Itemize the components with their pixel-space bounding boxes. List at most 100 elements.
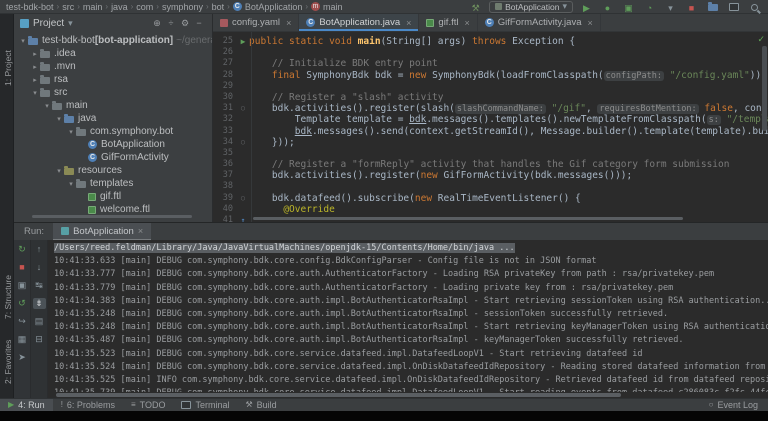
breadcrumb-item-symphony[interactable]: symphony: [162, 2, 203, 12]
close-tab-icon[interactable]: ×: [588, 18, 593, 28]
code-token: throws: [472, 36, 506, 47]
run-console[interactable]: /Users/reed.feldman/Library/Java/JavaVir…: [54, 242, 768, 392]
toolwindow-stripe-structure[interactable]: 7: Structure: [3, 275, 13, 319]
toolwindow-button-4-run[interactable]: ▶4: Run: [0, 399, 53, 412]
clear-all-icon[interactable]: ⊟: [33, 334, 46, 345]
chevron-right-icon[interactable]: ▸: [30, 50, 40, 58]
chevron-down-icon[interactable]: ▾: [30, 89, 40, 97]
run-line-icon[interactable]: ▶: [237, 36, 249, 47]
project-tree: ▾test-bdk-bot [bot-application]~/generat…: [14, 32, 212, 216]
dump-threads-icon[interactable]: ▣: [16, 280, 29, 291]
code-line: 40 @Override: [213, 204, 768, 215]
event-log-button[interactable]: ○ Event Log: [709, 400, 768, 410]
chevron-right-icon[interactable]: ▸: [30, 76, 40, 84]
editor-tab-gif-ftl[interactable]: gif.ftl×: [419, 14, 477, 31]
tree-item-test-bdk-bot[interactable]: ▾test-bdk-bot [bot-application]~/generat…: [14, 34, 212, 47]
code-line: 34○ }));: [213, 137, 768, 148]
close-tab-icon[interactable]: ×: [406, 18, 411, 28]
close-tab-icon[interactable]: ×: [464, 18, 469, 28]
toolwindow-stripe-favorites[interactable]: 2: Favorites: [3, 340, 13, 384]
editor-tab-botapplication-java[interactable]: CBotApplication.java×: [299, 14, 419, 31]
run-config-selector[interactable]: BotApplication ▾: [489, 1, 573, 13]
down-stack-icon[interactable]: ↓: [33, 262, 46, 273]
line-number: 35: [213, 148, 237, 159]
project-folder-icon: [28, 38, 38, 45]
breadcrumb-item-src[interactable]: src: [62, 2, 74, 12]
pin-icon[interactable]: ➤: [16, 352, 29, 363]
code-line: 36 // Register a "formReply" activity th…: [213, 159, 768, 170]
breadcrumb-item-bot[interactable]: bot: [212, 2, 225, 12]
console-line-text: 10:41:34.383 [main] DEBUG com.symphony.b…: [54, 296, 768, 306]
toolwindow-button-6-problems[interactable]: !6: Problems: [53, 399, 123, 412]
breadcrumb-item-botapplication[interactable]: CBotApplication: [233, 2, 303, 12]
run-config-icon: [495, 3, 502, 10]
toolwindow-button-build[interactable]: ⚒Build: [237, 399, 284, 412]
toolwindow-button-terminal[interactable]: Terminal: [173, 399, 237, 412]
close-tab-icon[interactable]: ×: [286, 18, 291, 28]
editor-tab-config-yaml[interactable]: config.yaml×: [213, 14, 299, 31]
tree-item-templates[interactable]: ▾ templates: [14, 177, 212, 190]
tree-item-src[interactable]: ▾ src: [14, 86, 212, 99]
tree-item-idea[interactable]: ▸.idea: [14, 47, 212, 60]
gutter-marker: [237, 148, 249, 159]
scroll-to-end-icon[interactable]: ⇟: [33, 298, 46, 309]
project-panel-title[interactable]: Project ▾: [20, 18, 150, 29]
collapse-all-icon[interactable]: ÷: [164, 18, 178, 29]
tree-item-gif-ftl[interactable]: gif.ftl: [14, 190, 212, 203]
toolwindow-button-todo[interactable]: ≡TODO: [123, 399, 174, 412]
exit-icon[interactable]: ↪: [16, 316, 29, 327]
console-line: 10:41:35.525 [main] INFO com.symphony.bd…: [54, 374, 768, 387]
code-token: // Initialize BDK entry point: [272, 58, 438, 69]
toolwindow-stripe-project[interactable]: 1: Project: [3, 50, 13, 86]
project-horizontal-scrollbar[interactable]: [32, 215, 192, 218]
breadcrumb-item-test-bdk-bot[interactable]: test-bdk-bot: [6, 2, 54, 12]
event-log-label: Event Log: [717, 400, 758, 410]
line-number: 26: [213, 47, 237, 58]
chevron-down-icon[interactable]: ▾: [66, 180, 76, 188]
tree-item-java[interactable]: ▾java: [14, 112, 212, 125]
code-token: [249, 126, 295, 137]
tree-item-mvn[interactable]: ▸.mvn: [14, 60, 212, 73]
tree-item-main[interactable]: ▾main: [14, 99, 212, 112]
chevron-down-icon[interactable]: ▾: [42, 102, 52, 110]
console-horizontal-scrollbar[interactable]: [56, 393, 621, 397]
hide-panel-icon[interactable]: −: [192, 18, 206, 29]
chevron-down-icon[interactable]: ▾: [54, 115, 64, 123]
code-editor[interactable]: 25▶public static void main(String[] args…: [213, 32, 768, 222]
breadcrumb-item-main[interactable]: mmain: [311, 2, 343, 12]
up-stack-icon[interactable]: ↑: [33, 244, 46, 255]
gc-icon[interactable]: ↺: [16, 298, 29, 309]
chevron-down-icon[interactable]: ▾: [18, 37, 28, 45]
tree-item-com-symphony-bot[interactable]: ▾ com.symphony.bot: [14, 125, 212, 138]
chevron-down-icon[interactable]: ▾: [66, 128, 76, 136]
layout-icon[interactable]: ▦: [16, 334, 29, 345]
tree-item-resources[interactable]: ▾resources: [14, 164, 212, 177]
soft-wrap-icon[interactable]: ↹: [33, 280, 46, 291]
editor-tab-gifformactivity-java[interactable]: CGifFormActivity.java×: [478, 14, 601, 31]
console-line-text: /Users/reed.feldman/Library/Java/JavaVir…: [54, 243, 515, 253]
tree-item-rsa[interactable]: ▸rsa: [14, 73, 212, 86]
print-icon[interactable]: ▤: [33, 316, 46, 327]
editor-vertical-scrollbar[interactable]: [762, 46, 767, 131]
chevron-down-icon[interactable]: ▾: [54, 167, 64, 175]
stop-icon[interactable]: ■: [16, 262, 29, 273]
run-tab[interactable]: BotApplication ×: [53, 223, 151, 240]
tree-item-gifformactivity[interactable]: CGifFormActivity: [14, 151, 212, 164]
tree-item-label: BotApplication: [101, 139, 165, 150]
breadcrumb-item-com[interactable]: com: [136, 2, 153, 12]
code-token: new: [415, 193, 438, 204]
close-icon[interactable]: ×: [138, 226, 143, 236]
breadcrumb-item-java[interactable]: java: [111, 2, 128, 12]
tree-item-label: templates: [90, 178, 133, 189]
locate-icon[interactable]: ⊕: [150, 18, 164, 29]
tree-item-botapplication[interactable]: CBotApplication: [14, 138, 212, 151]
chevron-right-icon[interactable]: ▸: [30, 63, 40, 71]
6-problems-icon: !: [61, 401, 63, 409]
rerun-icon[interactable]: ↻: [16, 244, 29, 255]
code-line: 26: [213, 47, 768, 58]
gear-icon[interactable]: ⚙: [178, 18, 192, 29]
editor-horizontal-scrollbar[interactable]: [253, 217, 683, 220]
breadcrumb-item-main[interactable]: main: [83, 2, 103, 12]
tree-item-label: src: [54, 87, 67, 98]
tree-item-label: com.symphony.bot: [90, 126, 173, 137]
